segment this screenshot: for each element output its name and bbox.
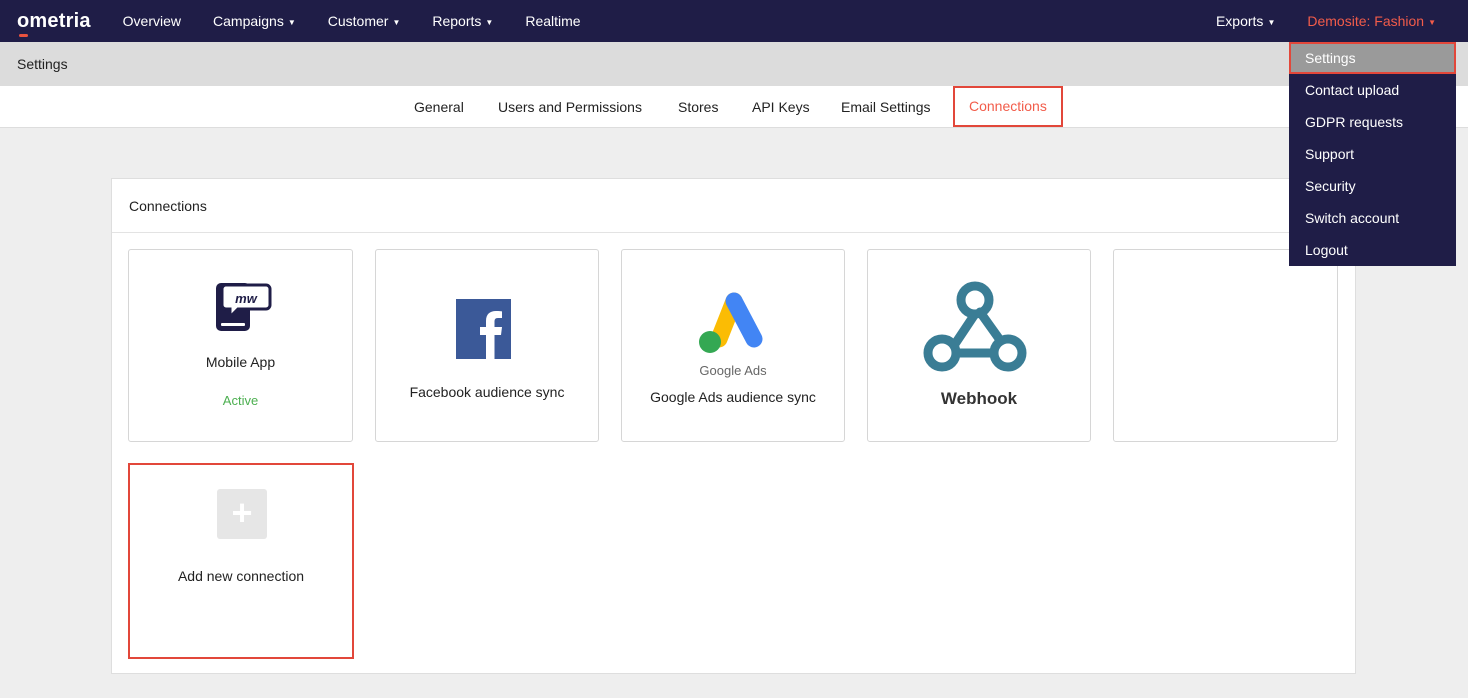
webhook-icon: [923, 281, 1027, 372]
logo-accent: [19, 33, 28, 37]
plus-icon: +: [217, 489, 267, 539]
menu-item-logout[interactable]: Logout: [1289, 234, 1456, 266]
menu-item-support[interactable]: Support: [1289, 138, 1456, 170]
menu-item-contact-upload[interactable]: Contact upload: [1289, 74, 1456, 106]
card-label: Google Ads audience sync: [650, 389, 816, 405]
card-empty[interactable]: [1113, 249, 1338, 442]
nav-customer[interactable]: Customer ▼: [328, 13, 401, 29]
nav-reports[interactable]: Reports ▼: [432, 13, 493, 29]
nav-reports-label: Reports: [432, 13, 482, 29]
tab-label: Connections: [969, 98, 1047, 114]
menu-item-settings[interactable]: Settings: [1289, 42, 1456, 74]
tab-label: API Keys: [752, 99, 810, 115]
card-facebook-audience-sync[interactable]: Facebook audience sync: [375, 249, 599, 442]
caret-down-icon: ▼: [1267, 17, 1276, 27]
nav-campaigns[interactable]: Campaigns ▼: [213, 13, 296, 29]
card-label: Facebook audience sync: [409, 384, 565, 400]
menu-item-label: GDPR requests: [1305, 114, 1404, 130]
menu-item-label: Settings: [1305, 50, 1356, 66]
page-title: Settings: [17, 56, 68, 72]
caret-down-icon: ▼: [1428, 17, 1436, 27]
tab-stores[interactable]: Stores: [678, 86, 718, 128]
menu-item-label: Security: [1305, 178, 1356, 194]
menu-item-label: Support: [1305, 146, 1355, 162]
menu-item-label: Logout: [1305, 242, 1348, 258]
account-menu[interactable]: Demosite: Fashion ▼: [1307, 13, 1436, 29]
menu-item-switch-account[interactable]: Switch account: [1289, 202, 1456, 234]
tab-label: Email Settings: [841, 99, 931, 115]
add-new-connection-button[interactable]: + Add new connection: [128, 463, 354, 659]
svg-text:mw: mw: [235, 291, 258, 306]
google-ads-wordmark: Google Ads: [699, 363, 767, 378]
card-google-ads-audience-sync[interactable]: Google Ads Google Ads audience sync: [621, 249, 845, 442]
connections-panel: Connections mw Mobile App Active Faceboo…: [111, 178, 1356, 674]
card-mobile-app[interactable]: mw Mobile App Active: [128, 249, 353, 442]
tab-label: Users and Permissions: [498, 99, 642, 115]
settings-tabs: General Users and Permissions Stores API…: [0, 86, 1468, 128]
menu-item-label: Switch account: [1305, 210, 1400, 226]
tab-connections[interactable]: Connections: [953, 86, 1063, 127]
nav-exports[interactable]: Exports ▼: [1216, 13, 1275, 29]
nav-right: Exports ▼ Demosite: Fashion ▼: [1200, 13, 1452, 29]
facebook-icon: [456, 299, 511, 359]
status-text: Active: [222, 393, 259, 408]
panel-header: Connections: [112, 179, 1355, 233]
caret-down-icon: ▼: [485, 17, 494, 27]
tab-api-keys[interactable]: API Keys: [752, 86, 810, 128]
panel-title: Connections: [129, 197, 207, 214]
account-dropdown-menu: Settings Contact upload GDPR requests Su…: [1289, 42, 1456, 266]
tab-label: General: [414, 99, 464, 115]
logo-text: ometria: [17, 9, 91, 32]
menu-item-label: Contact upload: [1305, 82, 1400, 98]
google-ads-icon: [699, 292, 763, 353]
nav-realtime[interactable]: Realtime: [525, 13, 580, 29]
menu-item-security[interactable]: Security: [1289, 170, 1456, 202]
nav-overview-label: Overview: [122, 13, 182, 29]
caret-down-icon: ▼: [392, 17, 401, 27]
tab-label: Stores: [678, 99, 719, 115]
menu-item-gdpr-requests[interactable]: GDPR requests: [1289, 106, 1456, 138]
card-label: Webhook: [940, 389, 1018, 408]
card-label: Mobile App: [205, 354, 276, 370]
nav-campaigns-label: Campaigns: [213, 13, 284, 29]
nav-exports-label: Exports: [1215, 13, 1264, 29]
caret-down-icon: ▼: [287, 17, 296, 27]
account-name: Demosite: Fashion: [1307, 13, 1425, 29]
tab-users-and-permissions[interactable]: Users and Permissions: [498, 86, 642, 128]
nav-overview[interactable]: Overview: [123, 13, 181, 29]
tab-email-settings[interactable]: Email Settings: [841, 86, 930, 128]
nav-realtime-label: Realtime: [525, 13, 581, 29]
nav-customer-label: Customer: [327, 13, 389, 29]
card-webhook[interactable]: Webhook: [867, 249, 1091, 442]
settings-bar: Settings: [0, 42, 1468, 86]
tab-general[interactable]: General: [414, 86, 464, 128]
card-label: Add new connection: [177, 568, 305, 584]
ometria-logo[interactable]: ometria: [17, 9, 91, 37]
mobile-app-icon: mw: [216, 283, 272, 331]
top-nav: ometria Overview Campaigns ▼ Customer ▼ Re…: [0, 0, 1468, 42]
